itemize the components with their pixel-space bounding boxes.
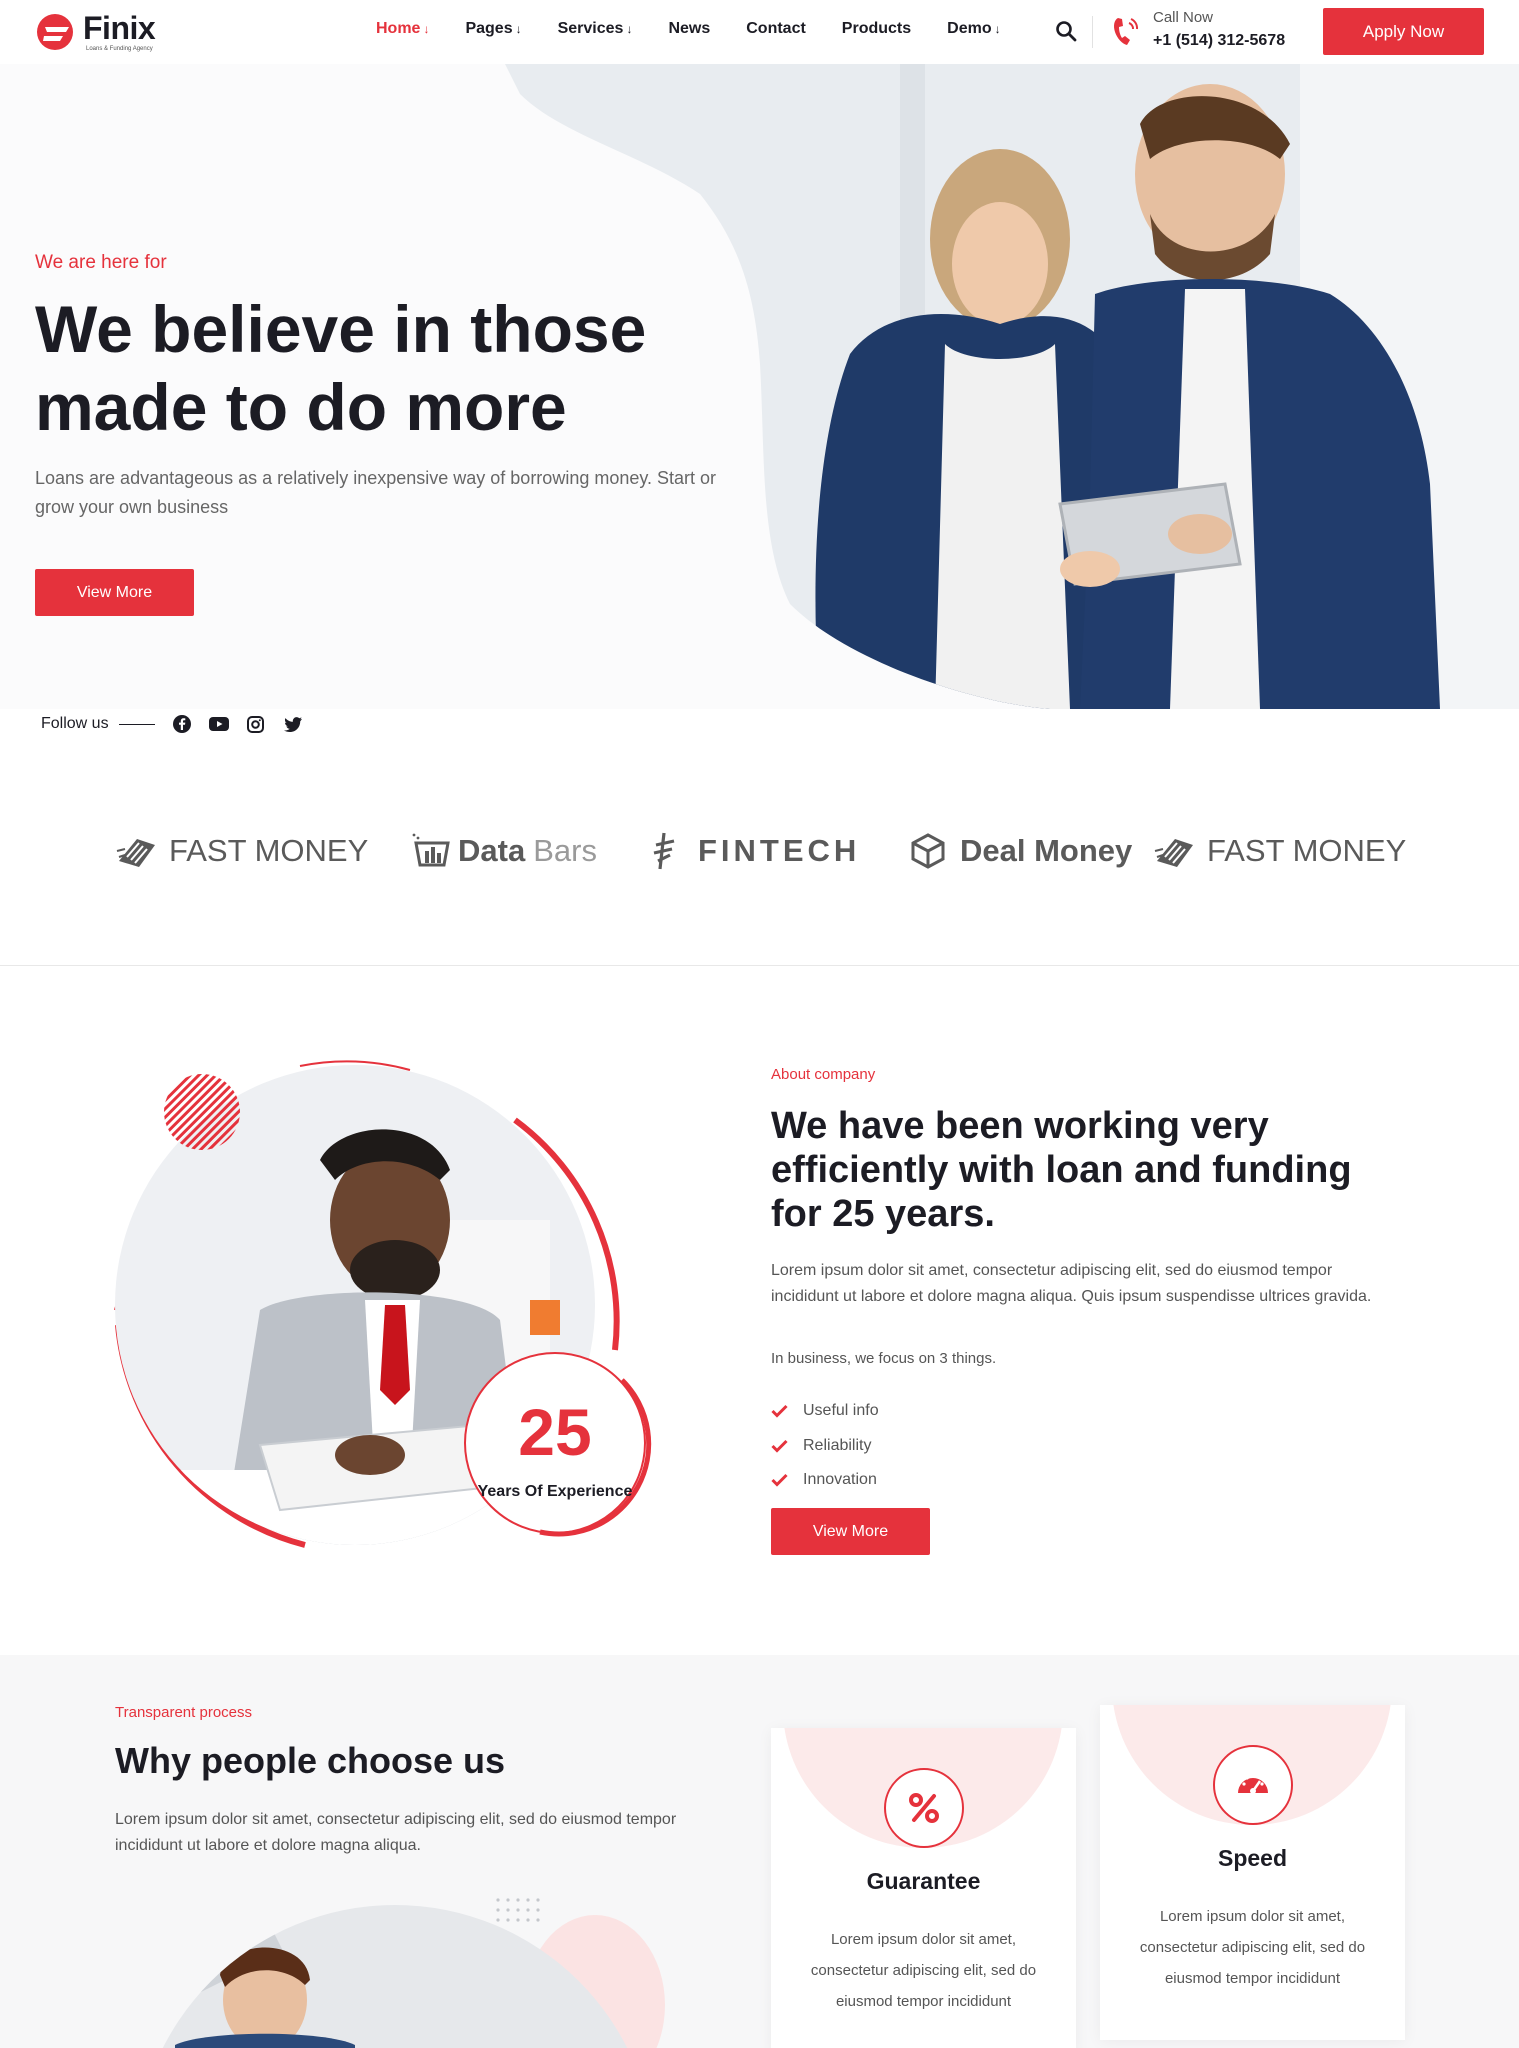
brand-name: FINTECH (698, 833, 861, 868)
menu-item-label: News (668, 20, 711, 37)
logo[interactable]: Finix Loans & Funding Agency (35, 10, 175, 54)
list-item: Reliability (771, 1429, 879, 1464)
menu-item-label: Pages (465, 20, 513, 37)
menu-item-contact[interactable]: Contact (746, 20, 806, 38)
top-navbar: Finix Loans & Funding Agency Home ↓ Pages… (0, 0, 1519, 64)
list-item-label: Useful info (803, 1402, 879, 1420)
menu-item-label: Home (376, 20, 421, 37)
menu-item-label: Products (841, 20, 912, 37)
deal-money-icon (911, 833, 945, 869)
about-title: We have been working very efficiently wi… (771, 1105, 1352, 1235)
feature-card-speed[interactable]: Speed Lorem ipsum dolor sit amet, consec… (1100, 1705, 1405, 2040)
brand-deal-money[interactable]: Deal Money (910, 828, 1132, 874)
youtube-icon[interactable] (208, 713, 230, 735)
brand-fintech[interactable]: FINTECH (650, 828, 860, 874)
brand-name: FAST MONEY (169, 833, 369, 868)
call-label: Call Now (1153, 9, 1214, 26)
experience-number: 25 (518, 1395, 591, 1469)
why-title: Why people choose us (115, 1740, 506, 1781)
feature-card-guarantee[interactable]: Guarantee Lorem ipsum dolor sit amet, co… (771, 1728, 1076, 2048)
fintech-icon (653, 832, 675, 870)
brand-fast-money[interactable]: FAST MONEY (115, 828, 368, 874)
hero-view-more-button[interactable]: View More (35, 569, 194, 616)
why-image (135, 1898, 665, 2048)
arrow-down-icon: ↓ (423, 22, 430, 36)
list-item-label: Innovation (803, 1471, 877, 1489)
speedometer-icon (1213, 1745, 1293, 1825)
menu-item-pages[interactable]: Pages ↓ (465, 20, 521, 38)
menu-item-home[interactable]: Home ↓ (376, 20, 429, 38)
checkmark-icon (771, 1474, 788, 1487)
menu-item-news[interactable]: News (668, 20, 710, 38)
why-description: Lorem ipsum dolor sit amet, consectetur … (115, 1811, 677, 1854)
main-menu: Home ↓ Pages ↓ Services ↓ News Contact Prod… (376, 20, 1037, 38)
call-number[interactable]: +1 (514) 312-5678 (1153, 32, 1285, 50)
about-focus-text: In business, we focus on 3 things. (771, 1350, 997, 1367)
list-item-label: Reliability (803, 1436, 872, 1454)
about-eyebrow: About company (771, 1066, 876, 1083)
hero-section: We are here for We believe in those made… (0, 64, 1519, 709)
card-description: Lorem ipsum dolor sit amet, consectetur … (810, 1931, 1037, 2010)
facebook-icon[interactable] (171, 713, 193, 735)
nav-divider (1092, 16, 1093, 48)
hero-title: We believe in those made to do more (35, 292, 647, 444)
experience-label: Years Of Experience (478, 1483, 633, 1500)
brand-fast-money-2[interactable]: FAST MONEY (1153, 828, 1406, 874)
finix-logo-icon (37, 14, 73, 50)
about-view-more-button[interactable]: View More (771, 1508, 930, 1555)
percent-icon (884, 1768, 964, 1848)
about-image: 25 Years Of Experience (114, 1060, 652, 1548)
checkmark-icon (771, 1405, 788, 1418)
fast-money-icon (1154, 839, 1193, 867)
about-description: Lorem ipsum dolor sit amet, consectetur … (771, 1262, 1372, 1305)
menu-item-label: Demo (947, 20, 992, 37)
brand-name: Deal Money (960, 833, 1133, 868)
follow-divider (118, 723, 155, 725)
card-title: Guarantee (866, 1868, 981, 1894)
about-feature-list: Useful info Reliability Innovation (771, 1394, 879, 1498)
data-bars-icon (412, 833, 450, 867)
twitter-icon[interactable] (282, 713, 304, 735)
logo-tagline: Loans & Funding Agency (86, 46, 153, 52)
menu-item-demo[interactable]: Demo ↓ (947, 20, 1000, 38)
list-item: Useful info (771, 1394, 879, 1429)
arrow-down-icon: ↓ (994, 22, 1001, 36)
menu-item-services[interactable]: Services ↓ (558, 20, 633, 38)
why-choose-us-section: Transparent process Why people choose us… (0, 1655, 1519, 2048)
brand-name-main: Data (458, 833, 526, 868)
phone-icon (1114, 18, 1139, 45)
why-eyebrow: Transparent process (115, 1704, 253, 1721)
logo-text: Finix (83, 10, 156, 46)
hero-description: Loans are advantageous as a relatively i… (35, 468, 717, 517)
apply-now-button[interactable]: Apply Now (1323, 8, 1484, 55)
hero-eyebrow: We are here for (35, 252, 167, 273)
card-title: Speed (1217, 1845, 1288, 1871)
follow-us: Follow us (41, 713, 319, 735)
list-item: Innovation (771, 1463, 879, 1498)
card-description: Lorem ipsum dolor sit amet, consectetur … (1139, 1908, 1366, 1987)
partner-brands: FAST MONEY Data Bars FINTECH Deal Money (0, 780, 1519, 920)
menu-item-label: Services (557, 20, 624, 37)
instagram-icon[interactable] (245, 713, 267, 735)
arrow-down-icon: ↓ (626, 22, 633, 36)
arrow-down-icon: ↓ (515, 22, 522, 36)
section-divider (0, 965, 1519, 966)
menu-item-products[interactable]: Products (842, 20, 911, 38)
brand-name-sub: Bars (533, 833, 597, 868)
fast-money-icon (116, 839, 155, 867)
checkmark-icon (771, 1439, 788, 1453)
follow-label: Follow us (41, 715, 109, 732)
menu-item-label: Contact (746, 20, 806, 37)
brand-name: FAST MONEY (1207, 833, 1407, 868)
search-icon[interactable] (1054, 19, 1078, 43)
brand-data-bars[interactable]: Data Bars (410, 828, 597, 874)
